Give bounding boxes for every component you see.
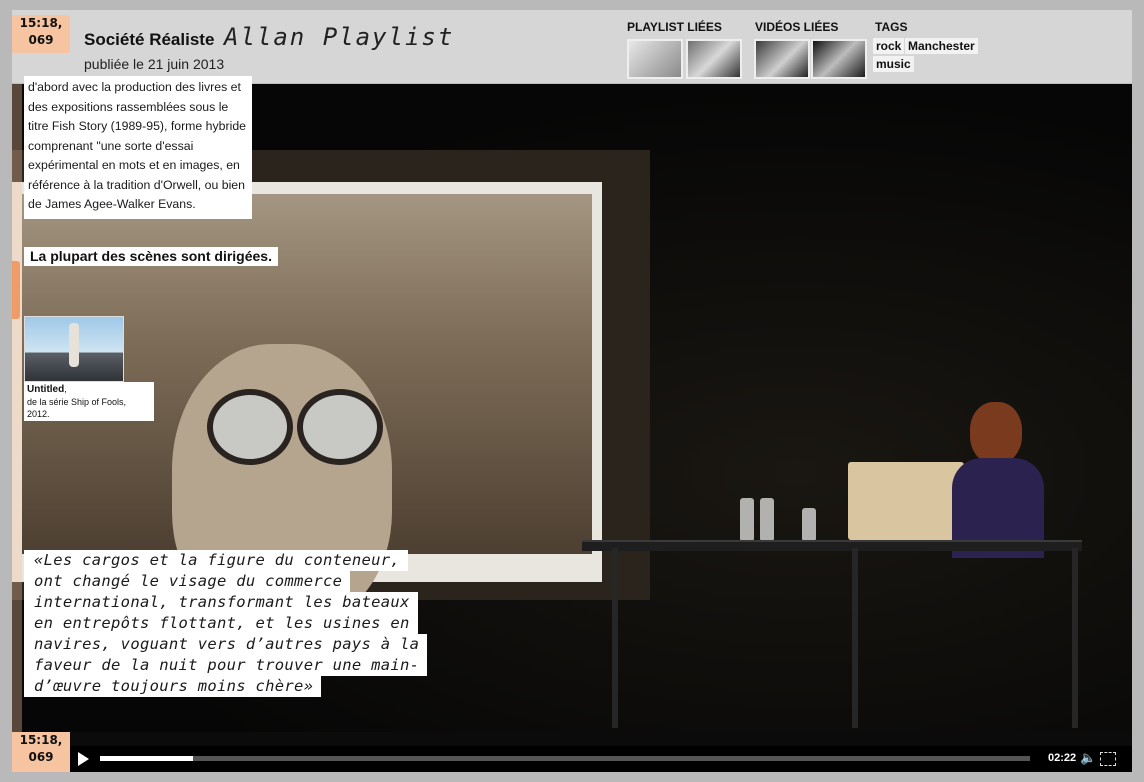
quote-line: faveur de la nuit pour trouver une main- [24,655,428,676]
tag-manchester[interactable]: Manchester [905,38,978,54]
timestamp-badge-bottom: 15:18, 069 [12,732,70,772]
water-bottle [760,498,774,540]
tag-music[interactable]: music [873,56,914,72]
volume-icon[interactable]: 🔈 [1080,750,1096,766]
speaker-head [970,402,1022,464]
related-video-thumb[interactable] [754,39,810,79]
quote-line: ont changé le visage du commerce [24,571,351,592]
playlist-title: Allan Playlist [224,23,455,51]
water-bottle [740,498,754,540]
tags-label: TAGS [875,20,908,34]
desk-leg [1072,548,1078,728]
quote-block: «Les cargos et la figure du conteneur, o… [24,550,484,697]
artwork-thumbnail[interactable] [24,316,124,382]
artwork-figure [69,323,79,367]
header-bar: 15:18, 069 Société Réaliste Allan Playli… [12,10,1132,84]
timeline-handle[interactable] [12,261,20,319]
timeline-strip [12,53,22,732]
quote-line: d’œuvre toujours moins chère» [24,676,322,697]
artwork-caption: Untitled, de la série Ship of Fools, 201… [24,382,154,421]
callout-heading: La plupart des scènes sont dirigées. [24,247,278,266]
desk-leg [852,548,858,728]
speaker [952,402,1044,558]
progress-fill [100,756,193,761]
fullscreen-icon[interactable] [1100,752,1116,766]
related-playlist-thumb[interactable] [627,39,683,79]
published-date: publiée le 21 juin 2013 [84,56,225,72]
quote-line: en entrepôts flottant, et les usines en [24,613,418,634]
related-video-thumb[interactable] [811,39,867,79]
video-player-controls: 02:22 🔈 [70,746,1132,772]
related-videos-label: VIDÉOS LIÉES [755,20,839,34]
laptop [848,462,964,540]
desk [582,540,1082,551]
related-playlist-thumb[interactable] [686,39,742,79]
tag-rock[interactable]: rock [873,38,905,54]
current-time: 02:22 [1048,752,1077,764]
site-title[interactable]: Société Réaliste [84,30,214,50]
timestamp-badge-top: 15:18, 069 [12,15,70,53]
water-bottle [802,508,816,540]
quote-line: international, transformant les bateaux [24,592,418,613]
article-paragraph: d'abord avec la production des livres et… [24,76,252,219]
goggle-left [207,389,293,465]
related-playlists-label: PLAYLIST LIÉES [627,20,722,34]
play-icon[interactable] [78,752,89,766]
quote-line: «Les cargos et la figure du conteneur, [24,550,409,571]
progress-bar[interactable] [100,756,1030,761]
desk-leg [612,548,618,728]
caption-text: de la série Ship of Fools, 2012. [27,397,127,419]
caption-title: Untitled [27,384,65,395]
quote-line: navires, voguant vers d’autres pays à la [24,634,428,655]
app-frame: 15:18, 069 Société Réaliste Allan Playli… [12,10,1132,772]
goggle-right [297,389,383,465]
